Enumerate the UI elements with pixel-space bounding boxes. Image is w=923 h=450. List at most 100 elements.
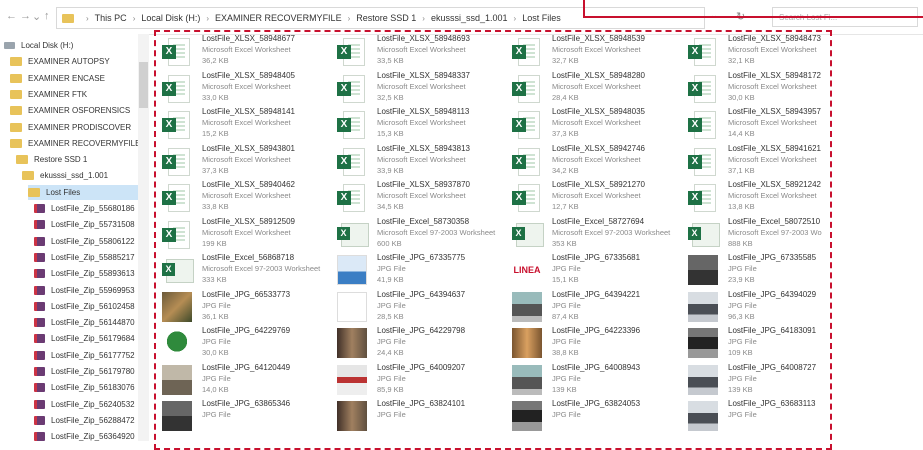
sidebar-item[interactable]: ekusssi_ssd_1.001: [22, 168, 138, 183]
file-name: LostFile_XLSX_58948337: [377, 70, 470, 80]
sidebar-item[interactable]: EXAMINER FTK: [10, 87, 138, 102]
file-item[interactable]: X LostFile_XLSX_58948677 Microsoft Excel W…: [160, 32, 328, 70]
folder-icon: [10, 138, 22, 148]
file-item[interactable]: X LostFile_XLSX_58912509 Microsoft Excel W…: [160, 215, 328, 253]
sidebar-item[interactable]: LostFile_Zip_56179780: [34, 364, 138, 379]
image-thumbnail: [688, 255, 718, 285]
sidebar-item[interactable]: LostFile_Zip_56177752: [34, 348, 138, 363]
sidebar-item[interactable]: LostFile_Zip_55680186: [34, 201, 138, 216]
file-item[interactable]: LostFile_JPG_67335775 JPG File 41,9 KB: [335, 251, 503, 289]
file-item[interactable]: LostFile_JPG_67335585 JPG File 23,9 KB: [686, 251, 854, 289]
file-item[interactable]: X LostFile_XLSX_58943957 Microsoft Excel W…: [686, 105, 854, 143]
breadcrumb-image-file[interactable]: ekusssi_ssd_1.001: [431, 13, 508, 23]
file-size: 28,4 KB: [552, 92, 579, 102]
sidebar-item[interactable]: Lost Files: [28, 184, 138, 200]
image-thumbnail: [337, 364, 367, 395]
file-item[interactable]: LostFile_JPG_63824101 JPG File: [335, 397, 503, 435]
file-name: LostFile_XLSX_58912509: [202, 216, 295, 226]
file-item[interactable]: X LostFile_XLSX_58921270 Microsoft Excel W…: [510, 178, 678, 216]
file-item[interactable]: X LostFile_XLSX_58943813 Microsoft Excel W…: [335, 142, 503, 180]
file-size: 33,9 KB: [377, 165, 404, 175]
folder-icon: [10, 73, 22, 83]
sidebar-item[interactable]: Restore SSD 1: [16, 152, 138, 167]
file-item[interactable]: X LostFile_XLSX_58940462 Microsoft Excel W…: [160, 178, 328, 216]
sidebar-item[interactable]: LostFile_Zip_55969953: [34, 283, 138, 298]
sidebar-item[interactable]: LostFile_Zip_56144870: [34, 315, 138, 330]
file-item[interactable]: LostFile_JPG_63865346 JPG File: [160, 397, 328, 435]
file-item[interactable]: LostFile_JPG_64120449 JPG File 14,0 KB: [160, 361, 328, 399]
file-item[interactable]: LostFile_JPG_66533773 JPG File 36,1 KB: [160, 288, 328, 326]
recent-locations-icon[interactable]: ⌄: [32, 10, 41, 23]
file-item[interactable]: LostFile_JPG_64223396 JPG File 38,8 KB: [510, 324, 678, 362]
file-item[interactable]: X LostFile_Excel_58730358 Microsoft Excel …: [335, 215, 503, 253]
forward-arrow-icon[interactable]: →: [20, 10, 31, 22]
sidebar-item[interactable]: LostFile_Zip_56183076: [34, 380, 138, 395]
sidebar-item[interactable]: LostFile_Zip_55885217: [34, 250, 138, 265]
file-size: 14,0 KB: [202, 384, 229, 394]
sidebar-item[interactable]: LostFile_Zip_56240532: [34, 397, 138, 412]
file-item[interactable]: LostFile_JPG_64008727 JPG File 139 KB: [686, 361, 854, 399]
sidebar-item[interactable]: LostFile_Zip_55893613: [34, 266, 138, 281]
file-item[interactable]: LostFile_JPG_64229798 JPG File 24,4 KB: [335, 324, 503, 362]
sidebar-item[interactable]: EXAMINER RECOVERMYFILE: [10, 136, 138, 151]
sidebar-item[interactable]: LostFile_Zip_55731508: [34, 217, 138, 232]
file-item[interactable]: X LostFile_XLSX_58948035 Microsoft Excel W…: [510, 105, 678, 143]
file-item[interactable]: X LostFile_XLSX_58948113 Microsoft Excel W…: [335, 105, 503, 143]
file-item[interactable]: X LostFile_Excel_58727694 Microsoft Excel …: [510, 215, 678, 253]
breadcrumb-restore-ssd[interactable]: Restore SSD 1: [356, 13, 416, 23]
sidebar-item[interactable]: LostFile_Zip_56102458: [34, 299, 138, 314]
file-item[interactable]: LostFile_JPG_63683113 JPG File: [686, 397, 854, 435]
file-item[interactable]: X LostFile_XLSX_58948405 Microsoft Excel W…: [160, 69, 328, 107]
file-item[interactable]: X LostFile_XLSX_58948280 Microsoft Excel W…: [510, 69, 678, 107]
file-name: LostFile_JPG_63824053: [552, 399, 641, 408]
sidebar-item[interactable]: LostFile_Zip_56364920: [34, 429, 138, 441]
file-size: 30,0 KB: [202, 348, 229, 357]
excel-file-icon: X: [512, 36, 542, 66]
up-arrow-icon[interactable]: ↑: [44, 10, 50, 22]
file-item[interactable]: X LostFile_XLSX_58921242 Microsoft Excel W…: [686, 178, 854, 216]
file-item[interactable]: X LostFile_Excel_58072510 Microsoft Excel …: [686, 215, 854, 253]
file-name: LostFile_XLSX_58940462: [202, 180, 295, 189]
sidebar-scrollbar[interactable]: [138, 34, 149, 441]
file-item[interactable]: X LostFile_XLSX_58948172 Microsoft Excel W…: [686, 69, 854, 107]
sidebar-item[interactable]: LostFile_Zip_56179684: [34, 331, 138, 346]
sidebar-item[interactable]: LostFile_Zip_56288472: [34, 413, 138, 428]
file-item[interactable]: X LostFile_XLSX_58948141 Microsoft Excel W…: [160, 105, 328, 143]
breadcrumb-examiner-recovermyfile[interactable]: EXAMINER RECOVERMYFILE: [215, 13, 342, 23]
image-thumbnail: [688, 364, 718, 395]
file-item[interactable]: LostFile_JPG_64394221 JPG File 87,4 KB: [510, 288, 678, 326]
scrollbar-thumb[interactable]: [139, 62, 148, 108]
file-type: JPG File: [377, 337, 406, 346]
sidebar-item[interactable]: EXAMINER PRODISCOVER: [10, 120, 138, 135]
file-item[interactable]: X LostFile_XLSX_58943801 Microsoft Excel W…: [160, 142, 328, 180]
file-item[interactable]: X LostFile_XLSX_58941621 Microsoft Excel W…: [686, 142, 854, 180]
file-item[interactable]: X LostFile_XLSX_58937870 Microsoft Excel W…: [335, 178, 503, 216]
sidebar-item[interactable]: Local Disk (H:): [4, 38, 138, 53]
file-item[interactable]: LostFile_JPG_64183091 JPG File 109 KB: [686, 324, 854, 362]
file-item[interactable]: LostFile_JPG_64394637 JPG File 28,5 KB: [335, 288, 503, 326]
file-item[interactable]: X LostFile_XLSX_58948693 Microsoft Excel W…: [335, 32, 503, 70]
sidebar-item[interactable]: LostFile_Zip_55806122: [34, 234, 138, 249]
file-type: JPG File: [377, 410, 406, 419]
breadcrumb-this-pc[interactable]: This PC: [95, 13, 127, 23]
file-item[interactable]: LINEA LostFile_JPG_67335681 JPG File 15,1 K…: [510, 251, 678, 289]
breadcrumb-local-disk[interactable]: Local Disk (H:): [141, 13, 200, 23]
back-arrow-icon[interactable]: ←: [6, 10, 17, 22]
file-item[interactable]: LostFile_JPG_64009207 JPG File 85,9 KB: [335, 361, 503, 399]
separator-icon: ›: [513, 13, 517, 23]
file-item[interactable]: LostFile_JPG_64229769 JPG File 30,0 KB: [160, 324, 328, 362]
file-item[interactable]: X LostFile_Excel_56868718 Microsoft Excel …: [160, 251, 328, 289]
file-item[interactable]: LostFile_JPG_64394029 JPG File 96,3 KB: [686, 288, 854, 326]
file-item[interactable]: LostFile_JPG_64008943 JPG File 139 KB: [510, 361, 678, 399]
file-item[interactable]: LostFile_JPG_63824053 JPG File: [510, 397, 678, 435]
sidebar-item[interactable]: EXAMINER ENCASE: [10, 71, 138, 86]
file-item[interactable]: X LostFile_XLSX_58948337 Microsoft Excel W…: [335, 69, 503, 107]
sidebar-item[interactable]: EXAMINER AUTOPSY: [10, 54, 138, 69]
file-item[interactable]: X LostFile_XLSX_58948473 Microsoft Excel W…: [686, 32, 854, 70]
file-item[interactable]: X LostFile_XLSX_58948539 Microsoft Excel W…: [510, 32, 678, 70]
sidebar-item[interactable]: EXAMINER OSFORENSICS: [10, 103, 138, 118]
sidebar-item-label: LostFile_Zip_56179684: [51, 334, 135, 344]
file-item[interactable]: X LostFile_XLSX_58942746 Microsoft Excel W…: [510, 142, 678, 180]
breadcrumb-lost-files[interactable]: Lost Files: [522, 13, 561, 23]
sidebar-item-label: LostFile_Zip_55885217: [51, 252, 135, 262]
